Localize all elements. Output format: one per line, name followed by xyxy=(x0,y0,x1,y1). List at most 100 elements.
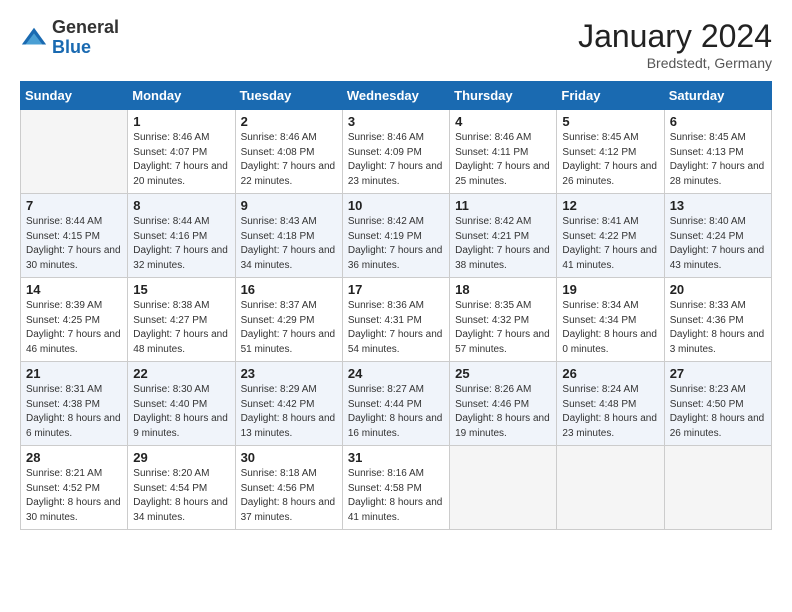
day-detail: Sunrise: 8:21 AMSunset: 4:52 PMDaylight:… xyxy=(26,467,122,525)
calendar-cell: 9Sunrise: 8:43 AMSunset: 4:18 PMDaylight… xyxy=(235,194,342,278)
calendar-cell xyxy=(21,110,128,194)
day-detail: Sunrise: 8:31 AMSunset: 4:38 PMDaylight:… xyxy=(26,383,122,441)
day-detail: Sunrise: 8:40 AMSunset: 4:24 PMDaylight:… xyxy=(670,215,766,273)
calendar-cell: 21 Sunrise: 8:31 AMSunset: 4:38 PMDayligh… xyxy=(21,362,128,446)
day-number: 9 xyxy=(241,198,337,213)
day-number: 26 xyxy=(562,366,658,381)
day-detail: Sunrise: 8:18 AMSunset: 4:56 PMDaylight:… xyxy=(241,467,337,525)
calendar-week-1: 1Sunrise: 8:46 AMSunset: 4:07 PMDaylight… xyxy=(21,110,772,194)
day-detail: Sunrise: 8:37 AMSunset: 4:29 PMDaylight:… xyxy=(241,299,337,357)
day-number: 4 xyxy=(455,114,551,129)
day-detail: Sunrise: 8:41 AMSunset: 4:22 PMDaylight:… xyxy=(562,215,658,273)
day-detail: Sunrise: 8:34 AMSunset: 4:34 PMDaylight:… xyxy=(562,299,658,357)
day-number: 15 xyxy=(133,282,229,297)
calendar-cell: 8 Sunrise: 8:44 AMSunset: 4:16 PMDaylight… xyxy=(128,194,235,278)
day-number: 14 xyxy=(26,282,122,297)
calendar-cell: 6Sunrise: 8:45 AMSunset: 4:13 PMDaylight… xyxy=(664,110,771,194)
header-saturday: Saturday xyxy=(664,82,771,110)
day-number: 22 xyxy=(133,366,229,381)
day-number: 29 xyxy=(133,450,229,465)
day-detail: Sunrise: 8:29 AMSunset: 4:42 PMDaylight:… xyxy=(241,383,337,441)
day-number: 20 xyxy=(670,282,766,297)
day-number: 8 xyxy=(133,198,229,213)
calendar-table: Sunday Monday Tuesday Wednesday Thursday… xyxy=(20,81,772,530)
day-number: 25 xyxy=(455,366,551,381)
calendar-week-5: 28Sunrise: 8:21 AMSunset: 4:52 PMDayligh… xyxy=(21,446,772,530)
calendar-cell: 1Sunrise: 8:46 AMSunset: 4:07 PMDaylight… xyxy=(128,110,235,194)
day-number: 24 xyxy=(348,366,444,381)
calendar-week-4: 21 Sunrise: 8:31 AMSunset: 4:38 PMDayligh… xyxy=(21,362,772,446)
day-detail: Sunrise: 8:24 AMSunset: 4:48 PMDaylight:… xyxy=(562,383,658,441)
calendar-cell: 10 Sunrise: 8:42 AMSunset: 4:19 PMDayligh… xyxy=(342,194,449,278)
calendar-cell: 27 Sunrise: 8:23 AMSunset: 4:50 PMDayligh… xyxy=(664,362,771,446)
calendar-cell: 19 Sunrise: 8:34 AMSunset: 4:34 PMDayligh… xyxy=(557,278,664,362)
calendar-cell: 3 Sunrise: 8:46 AMSunset: 4:09 PMDaylight… xyxy=(342,110,449,194)
calendar-title: January 2024 xyxy=(578,18,772,55)
logo-text: General Blue xyxy=(52,18,119,58)
calendar-cell: 12 Sunrise: 8:41 AMSunset: 4:22 PMDayligh… xyxy=(557,194,664,278)
header-monday: Monday xyxy=(128,82,235,110)
day-number: 17 xyxy=(348,282,444,297)
day-number: 23 xyxy=(241,366,337,381)
day-number: 5 xyxy=(562,114,658,129)
day-detail: Sunrise: 8:44 AMSunset: 4:16 PMDaylight:… xyxy=(133,215,229,273)
calendar-cell xyxy=(664,446,771,530)
calendar-cell: 4 Sunrise: 8:46 AMSunset: 4:11 PMDaylight… xyxy=(450,110,557,194)
logo: General Blue xyxy=(20,18,119,58)
day-detail: Sunrise: 8:45 AMSunset: 4:13 PMDaylight:… xyxy=(670,131,766,189)
day-detail: Sunrise: 8:30 AMSunset: 4:40 PMDaylight:… xyxy=(133,383,229,441)
header-sunday: Sunday xyxy=(21,82,128,110)
day-detail: Sunrise: 8:33 AMSunset: 4:36 PMDaylight:… xyxy=(670,299,766,357)
calendar-cell: 7 Sunrise: 8:44 AMSunset: 4:15 PMDaylight… xyxy=(21,194,128,278)
day-detail: Sunrise: 8:44 AMSunset: 4:15 PMDaylight:… xyxy=(26,215,122,273)
title-block: January 2024 Bredstedt, Germany xyxy=(578,18,772,71)
day-detail: Sunrise: 8:46 AMSunset: 4:08 PMDaylight:… xyxy=(241,131,337,189)
calendar-cell: 28Sunrise: 8:21 AMSunset: 4:52 PMDayligh… xyxy=(21,446,128,530)
calendar-cell: 29 Sunrise: 8:20 AMSunset: 4:54 PMDayligh… xyxy=(128,446,235,530)
day-number: 19 xyxy=(562,282,658,297)
calendar-cell: 13 Sunrise: 8:40 AMSunset: 4:24 PMDayligh… xyxy=(664,194,771,278)
logo-icon xyxy=(20,24,48,52)
header-thursday: Thursday xyxy=(450,82,557,110)
calendar-cell: 22 Sunrise: 8:30 AMSunset: 4:40 PMDayligh… xyxy=(128,362,235,446)
day-detail: Sunrise: 8:20 AMSunset: 4:54 PMDaylight:… xyxy=(133,467,229,525)
calendar-cell: 15 Sunrise: 8:38 AMSunset: 4:27 PMDayligh… xyxy=(128,278,235,362)
calendar-subtitle: Bredstedt, Germany xyxy=(578,55,772,71)
header-friday: Friday xyxy=(557,82,664,110)
logo-blue: Blue xyxy=(52,38,119,58)
calendar-cell: 25 Sunrise: 8:26 AMSunset: 4:46 PMDayligh… xyxy=(450,362,557,446)
calendar-week-3: 14Sunrise: 8:39 AMSunset: 4:25 PMDayligh… xyxy=(21,278,772,362)
day-number: 12 xyxy=(562,198,658,213)
day-detail: Sunrise: 8:35 AMSunset: 4:32 PMDaylight:… xyxy=(455,299,551,357)
day-number: 10 xyxy=(348,198,444,213)
logo-general: General xyxy=(52,18,119,38)
day-detail: Sunrise: 8:38 AMSunset: 4:27 PMDaylight:… xyxy=(133,299,229,357)
calendar-cell: 2Sunrise: 8:46 AMSunset: 4:08 PMDaylight… xyxy=(235,110,342,194)
calendar-cell: 18 Sunrise: 8:35 AMSunset: 4:32 PMDayligh… xyxy=(450,278,557,362)
day-detail: Sunrise: 8:42 AMSunset: 4:19 PMDaylight:… xyxy=(348,215,444,273)
day-number: 31 xyxy=(348,450,444,465)
day-detail: Sunrise: 8:27 AMSunset: 4:44 PMDaylight:… xyxy=(348,383,444,441)
day-number: 21 xyxy=(26,366,122,381)
day-number: 7 xyxy=(26,198,122,213)
day-detail: Sunrise: 8:23 AMSunset: 4:50 PMDaylight:… xyxy=(670,383,766,441)
calendar-week-2: 7 Sunrise: 8:44 AMSunset: 4:15 PMDaylight… xyxy=(21,194,772,278)
day-number: 3 xyxy=(348,114,444,129)
day-number: 1 xyxy=(133,114,229,129)
calendar-cell: 5 Sunrise: 8:45 AMSunset: 4:12 PMDaylight… xyxy=(557,110,664,194)
day-number: 18 xyxy=(455,282,551,297)
day-detail: Sunrise: 8:45 AMSunset: 4:12 PMDaylight:… xyxy=(562,131,658,189)
calendar-cell: 26 Sunrise: 8:24 AMSunset: 4:48 PMDayligh… xyxy=(557,362,664,446)
calendar-cell: 24 Sunrise: 8:27 AMSunset: 4:44 PMDayligh… xyxy=(342,362,449,446)
day-detail: Sunrise: 8:26 AMSunset: 4:46 PMDaylight:… xyxy=(455,383,551,441)
day-number: 27 xyxy=(670,366,766,381)
calendar-page: General Blue January 2024 Bredstedt, Ger… xyxy=(0,0,792,612)
day-detail: Sunrise: 8:46 AMSunset: 4:11 PMDaylight:… xyxy=(455,131,551,189)
day-number: 11 xyxy=(455,198,551,213)
calendar-cell: 20 Sunrise: 8:33 AMSunset: 4:36 PMDayligh… xyxy=(664,278,771,362)
day-number: 13 xyxy=(670,198,766,213)
day-detail: Sunrise: 8:46 AMSunset: 4:09 PMDaylight:… xyxy=(348,131,444,189)
calendar-cell: 30 Sunrise: 8:18 AMSunset: 4:56 PMDayligh… xyxy=(235,446,342,530)
day-number: 30 xyxy=(241,450,337,465)
calendar-cell: 16Sunrise: 8:37 AMSunset: 4:29 PMDayligh… xyxy=(235,278,342,362)
